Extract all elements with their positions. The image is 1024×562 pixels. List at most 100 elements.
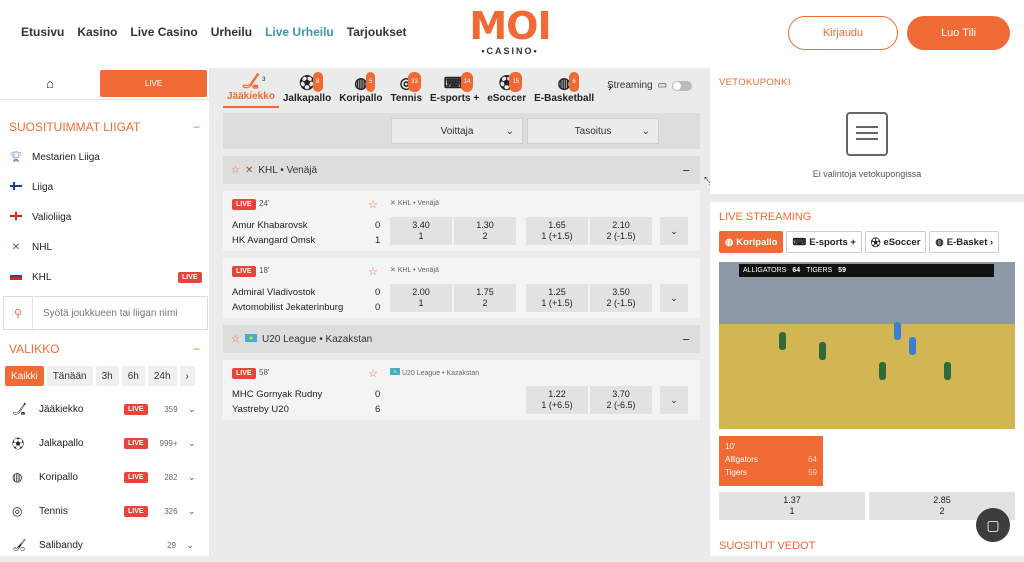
hockey-sticks-icon: ✕ bbox=[244, 164, 254, 176]
star-icon[interactable]: ☆ bbox=[231, 334, 240, 345]
search-input[interactable] bbox=[32, 297, 207, 329]
away-team[interactable]: Avtomobilist Jekaterinburg bbox=[232, 302, 343, 313]
nav-live-casino[interactable]: Live Casino bbox=[130, 25, 197, 39]
filter-6h[interactable]: 6h bbox=[121, 366, 145, 386]
streaming-toggle[interactable] bbox=[672, 80, 693, 91]
star-icon[interactable]: ☆ bbox=[368, 265, 378, 278]
tab-jalkapallo[interactable]: ⚽︎ 8 Jalkapallo bbox=[279, 72, 335, 108]
tab-ebasketball[interactable]: ◍ 6 E-Basketball bbox=[530, 72, 598, 108]
home-team[interactable]: MHC Gornyak Rudny bbox=[232, 389, 322, 400]
odd-button[interactable]: 1.37 1 bbox=[719, 492, 865, 520]
player-figure bbox=[894, 322, 901, 340]
sport-item-salibandy[interactable]: 🏑︎ Salibandy 29 ⌄ bbox=[0, 528, 209, 562]
stream-tab-ebasket[interactable]: ◍ E-Basket › bbox=[929, 231, 1000, 253]
tab-jaakiekko[interactable]: 🏒︎ 3 Jääkiekko bbox=[223, 73, 279, 108]
chat-button[interactable]: ▢ bbox=[976, 508, 1010, 542]
bet-slip: VETOKUPONKI Ei valintoja vetokupongissa bbox=[710, 68, 1024, 194]
star-icon[interactable]: ☆ bbox=[231, 165, 240, 176]
menu-header[interactable]: VALIKKO − bbox=[0, 337, 209, 361]
filter-next[interactable]: › bbox=[179, 366, 195, 386]
away-team[interactable]: HK Avangard Omsk bbox=[232, 235, 315, 246]
sb-away: TIGERS bbox=[806, 267, 833, 274]
home-team[interactable]: Amur Khabarovsk bbox=[232, 220, 308, 231]
sb-home: ALLIGATORS bbox=[743, 267, 787, 274]
filter-kaikki[interactable]: Kaikki bbox=[5, 366, 44, 386]
league-item[interactable]: Liiga bbox=[0, 172, 209, 202]
sport-item-jalkapallo[interactable]: ⚽︎ Jalkapallo LIVE 999+ ⌄ bbox=[0, 426, 209, 460]
live-matches-panel: 🏒︎ 3 Jääkiekko ⚽︎ 8 Jalkapallo ◍ 5 Koripallo ◎… bbox=[218, 68, 702, 556]
live-video-player[interactable]: ALLIGATORS 64 TIGERS 59 bbox=[719, 262, 1015, 429]
tab-koripallo[interactable]: ◍ 5 Koripallo bbox=[335, 72, 386, 108]
collapse-icon[interactable]: − bbox=[682, 332, 690, 347]
tab-label: Tennis bbox=[390, 93, 423, 104]
tab-tennis[interactable]: ◎ 33 Tennis bbox=[387, 72, 426, 108]
odd-label: 1 (+1.5) bbox=[541, 231, 573, 241]
trophy-icon: 🏆︎ bbox=[9, 151, 23, 163]
nav-urheilu[interactable]: Urheilu bbox=[211, 25, 252, 39]
odd-button[interactable]: 1.30 2 bbox=[454, 217, 516, 245]
receipt-icon bbox=[846, 112, 888, 156]
chat-icon: ▢ bbox=[986, 516, 1000, 533]
sport-count: 359 bbox=[164, 404, 178, 414]
filter-3h[interactable]: 3h bbox=[95, 366, 119, 386]
tab-label: eSoccer bbox=[487, 93, 527, 104]
star-icon[interactable]: ☆ bbox=[368, 367, 378, 380]
odd-button[interactable]: 1.75 2 bbox=[454, 284, 516, 312]
league-item[interactable]: Valioliiga bbox=[0, 202, 209, 232]
popular-leagues-header[interactable]: SUOSITUIMMAT LIIGAT − bbox=[0, 112, 209, 142]
sport-name: Koripallo bbox=[39, 471, 78, 483]
filter-tanaan[interactable]: Tänään bbox=[46, 366, 93, 386]
nav-live-urheilu[interactable]: Live Urheilu bbox=[265, 25, 334, 39]
esoccer-icon: ⚽︎ 15 bbox=[499, 72, 523, 93]
login-button[interactable]: Kirjaudu bbox=[788, 16, 898, 50]
odd-button[interactable]: 3.70 2 (-6.5) bbox=[590, 386, 652, 414]
collapse-icon[interactable]: − bbox=[193, 342, 200, 356]
odd-button[interactable]: 1.22 1 (+6.5) bbox=[526, 386, 588, 414]
league-group-header[interactable]: ☆ U20 League • Kazakstan − bbox=[223, 325, 700, 353]
live-tab[interactable]: LIVE bbox=[100, 70, 207, 97]
chevron-down-icon: ⌄ bbox=[188, 505, 196, 516]
odd-label: 2 bbox=[482, 231, 488, 241]
league-item[interactable]: KHL LIVE bbox=[0, 262, 209, 292]
stream-tab-koripallo[interactable]: ◍ Koripallo bbox=[719, 231, 784, 253]
handicap-select[interactable]: Tasoitus ⌄ bbox=[527, 118, 659, 144]
moi-casino-logo[interactable]: MOI •CASINO• bbox=[465, 6, 555, 60]
nav-tarjoukset[interactable]: Tarjoukset bbox=[347, 25, 407, 39]
tab-badge: 15 bbox=[509, 72, 523, 92]
nav-kasino[interactable]: Kasino bbox=[77, 25, 117, 39]
home-tab[interactable]: ⌂ bbox=[0, 68, 100, 99]
star-icon[interactable]: ☆ bbox=[368, 198, 378, 211]
league-group-header[interactable]: ☆ ✕ KHL • Venäjä − bbox=[223, 156, 700, 184]
home-team[interactable]: Admiral Vladivostok bbox=[232, 287, 315, 298]
league-item[interactable]: 🏆︎ Mestarien Liiga bbox=[0, 142, 209, 172]
odd-button[interactable]: 1.25 1 (+1.5) bbox=[526, 284, 588, 312]
collapse-icon[interactable]: − bbox=[193, 120, 200, 134]
odd-button[interactable]: 2.00 1 bbox=[390, 284, 452, 312]
register-button[interactable]: Luo Tili bbox=[907, 16, 1010, 50]
away-team[interactable]: Yastreby U20 bbox=[232, 404, 289, 415]
more-markets-button[interactable]: ⌄ bbox=[660, 284, 688, 312]
stream-tab-label: E-Basket › bbox=[946, 236, 994, 248]
sport-item-koripallo[interactable]: ◍ Koripallo LIVE 282 ⌄ bbox=[0, 460, 209, 494]
chevron-down-icon: ⌄ bbox=[505, 125, 514, 137]
tab-esports[interactable]: ⌨︎ 14 E-sports + bbox=[426, 72, 483, 108]
more-markets-button[interactable]: ⌄ bbox=[660, 217, 688, 245]
collapse-icon[interactable]: − bbox=[682, 163, 690, 178]
odd-button[interactable]: 3.40 1 bbox=[390, 217, 452, 245]
winner-select[interactable]: Voittaja ⌄ bbox=[391, 118, 523, 144]
odd-button[interactable]: 3.50 2 (-1.5) bbox=[590, 284, 652, 312]
sport-item-jaakiekko[interactable]: 🏒︎ Jääkiekko LIVE 359 ⌄ bbox=[0, 392, 209, 426]
tab-esoccer[interactable]: ⚽︎ 15 eSoccer bbox=[483, 72, 530, 108]
more-markets-button[interactable]: ⌄ bbox=[660, 386, 688, 414]
league-item[interactable]: ✕ NHL bbox=[0, 232, 209, 262]
stream-tab-esoccer[interactable]: ⚽︎ eSoccer bbox=[864, 231, 927, 253]
odd-button[interactable]: 1.65 1 (+1.5) bbox=[526, 217, 588, 245]
odd-button[interactable]: 2.10 2 (-1.5) bbox=[590, 217, 652, 245]
filter-24h[interactable]: 24h bbox=[147, 366, 177, 386]
sport-item-tennis[interactable]: ◎ Tennis LIVE 326 ⌄ bbox=[0, 494, 209, 528]
match-league: ✕ KHL • Venäjä bbox=[390, 266, 439, 274]
nav-etusivu[interactable]: Etusivu bbox=[21, 25, 64, 39]
match-minute: 24' bbox=[259, 199, 270, 208]
stream-match-score[interactable]: 10' Alligators 64 Tigers 59 bbox=[719, 436, 823, 486]
stream-tab-esports[interactable]: ⌨︎ E-sports + bbox=[786, 231, 862, 253]
